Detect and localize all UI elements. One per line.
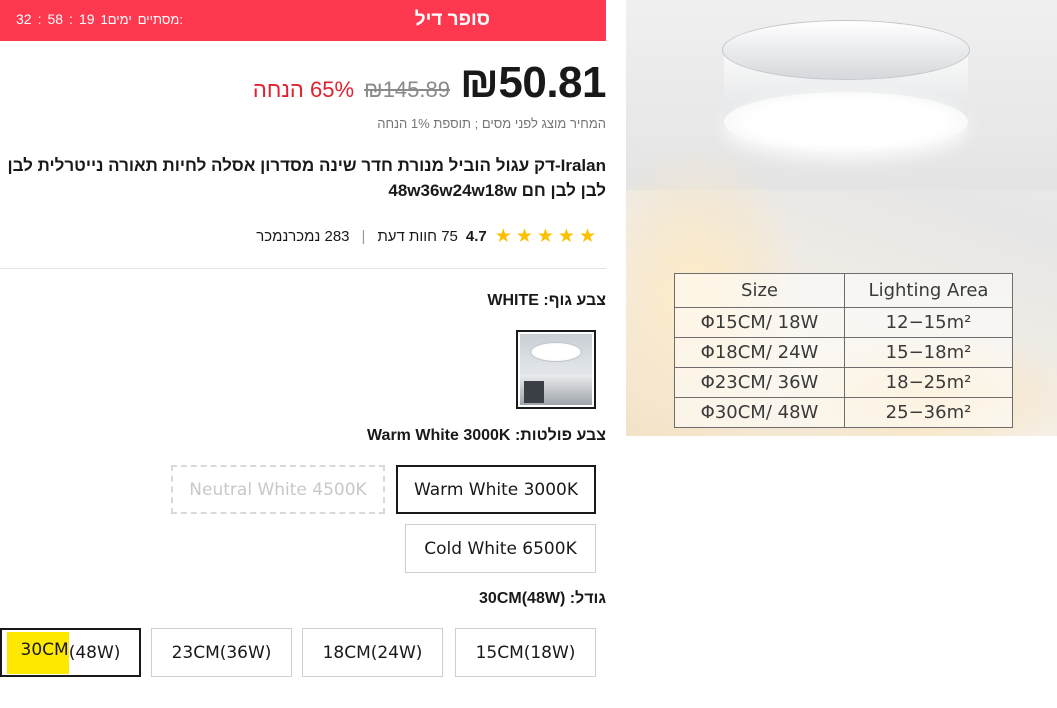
current-price: ₪50.81 (460, 58, 607, 107)
star-icon: ★ (536, 226, 554, 247)
option-size-23cm[interactable]: 23CM(36W) (151, 628, 292, 677)
table-header-size: Size (674, 273, 845, 308)
table-header-area: Lighting Area (844, 273, 1013, 308)
size-label: גודל: 30CM(48W) (479, 590, 606, 607)
size-value: 30CM(48W) (479, 590, 566, 607)
ceiling-lamp-image (722, 20, 970, 156)
light-color-label: צבע פולטות: Warm White 3000K (367, 427, 606, 444)
deal-countdown: 32 : 58 : 19 1ימים מסתיים: (16, 11, 183, 27)
table-row: Φ18CM/ 24W 15−18m² (674, 337, 1013, 368)
reviews-link[interactable]: 75 חוות דעת (377, 228, 457, 245)
highlighted-text: 30CM (6, 631, 69, 674)
section-divider (0, 268, 606, 269)
timer-minutes: 58 (47, 11, 64, 27)
star-icon: ★ (515, 226, 533, 247)
star-icon: ★ (578, 226, 596, 247)
star-icon: ★ (557, 226, 575, 247)
table-row: Φ30CM/ 48W 25−36m² (674, 397, 1013, 428)
product-image[interactable]: Size Lighting Area Φ15CM/ 18W 12−15m² Φ1… (626, 0, 1057, 436)
price-row: ₪50.81 ₪145.89 65% הנחה (252, 58, 607, 108)
rating-row: ★ ★ ★ ★ ★ 4.7 75 חוות דעת | 283 נמכרנמכר (256, 225, 596, 248)
body-color-swatch-white[interactable] (516, 330, 596, 409)
discount-percent: 65% הנחה (252, 77, 355, 102)
table-header-row: Size Lighting Area (674, 273, 1013, 308)
body-color-value: WHITE (487, 292, 539, 309)
lamp-thumbnail (530, 342, 582, 362)
product-title: Iralan-דק עגול הוביל מנורת חדר שינה מסדר… (7, 156, 607, 200)
product-info: סופר דיל 32 : 58 : 19 1ימים מסתיים: ₪50.… (0, 0, 607, 708)
deal-title: סופר דיל (414, 9, 490, 30)
sold-count: 283 נמכרנמכר (256, 228, 350, 245)
divider-pipe: | (361, 228, 366, 245)
table-row: Φ23CM/ 36W 18−25m² (674, 367, 1013, 398)
tax-note: המחיר מוצג לפני מסים ; תוספת 1% הנחה (377, 116, 606, 131)
table-row: Φ15CM/ 18W 12−15m² (674, 307, 1013, 338)
timer-hours: 19 (78, 11, 95, 27)
option-size-18cm[interactable]: 18CM(24W) (302, 628, 443, 677)
body-color-label: צבע גוף: WHITE (487, 292, 606, 309)
option-neutral-white[interactable]: Neutral White 4500K (171, 465, 385, 514)
option-size-15cm[interactable]: 15CM(18W) (455, 628, 596, 677)
original-price: ₪145.89 (364, 77, 450, 102)
light-color-value: Warm White 3000K (367, 427, 511, 444)
swatch-image (520, 334, 592, 405)
option-warm-white[interactable]: Warm White 3000K (396, 465, 596, 514)
super-deal-banner: סופר דיל 32 : 58 : 19 1ימים מסתיים: (0, 0, 606, 41)
timer-seconds: 32 (16, 11, 32, 27)
option-size-30cm[interactable]: 30CM (48W) (0, 628, 141, 677)
option-cold-white[interactable]: Cold White 6500K (405, 524, 596, 573)
timer-days: 1ימים (100, 12, 132, 27)
rating-value: 4.7 (465, 228, 487, 245)
timer-ends-label: מסתיים: (137, 12, 183, 27)
size-spec-table: Size Lighting Area Φ15CM/ 18W 12−15m² Φ1… (674, 273, 1013, 428)
rating-stars[interactable]: ★ ★ ★ ★ ★ (495, 225, 596, 248)
star-icon: ★ (494, 226, 512, 247)
